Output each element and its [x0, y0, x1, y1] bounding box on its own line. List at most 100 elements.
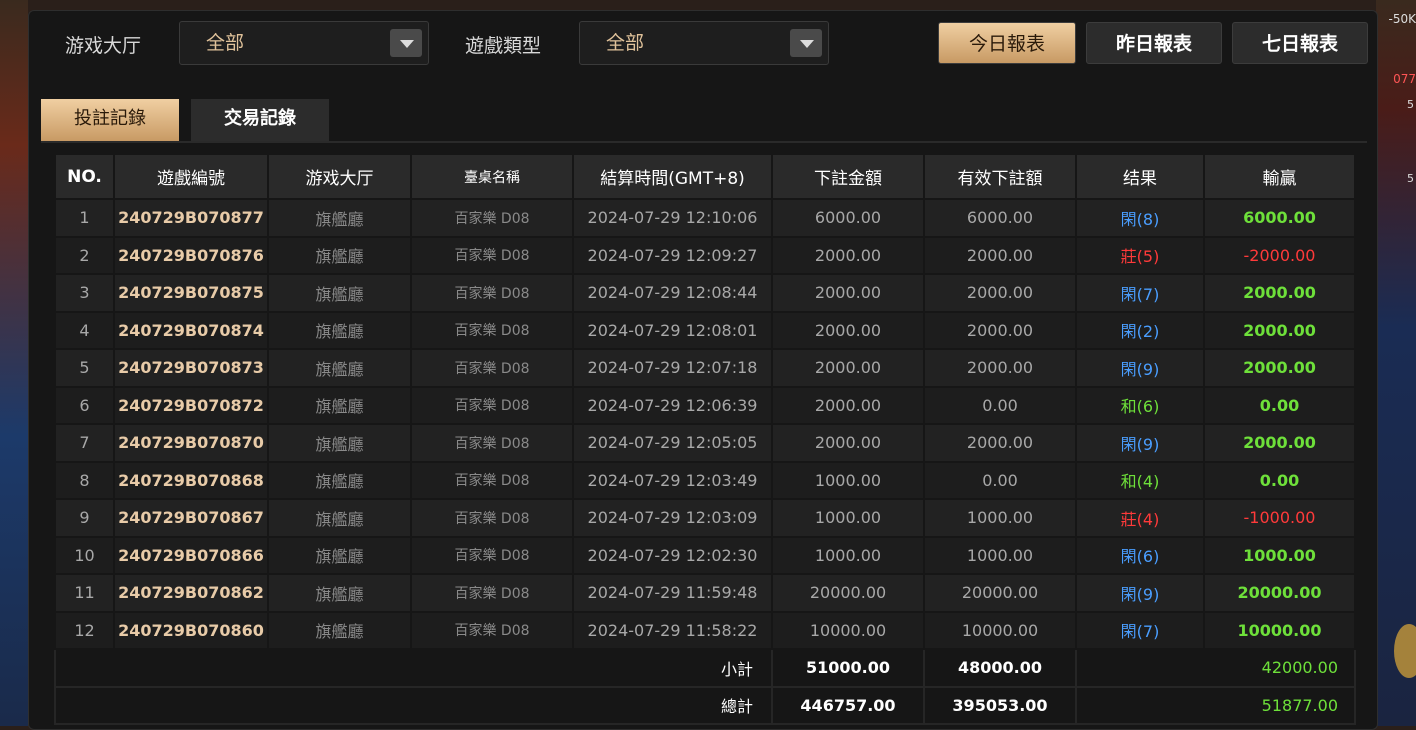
background-label: 5 — [1407, 98, 1414, 111]
cell-game-id: 240729B070867 — [113, 498, 269, 538]
cell-game-id: 240729B070875 — [113, 273, 269, 313]
yesterday-report-button[interactable]: 昨日報表 — [1086, 22, 1222, 64]
cell-game-id: 240729B070872 — [113, 385, 269, 425]
subtotal-row: 小計 51000.00 48000.00 42000.00 — [54, 648, 1356, 688]
cell-table-name: 百家樂 D08 — [410, 235, 574, 275]
cell-table-name: 百家樂 D08 — [410, 460, 574, 500]
cell-valid-bet: 2000.00 — [923, 423, 1077, 463]
cell-bet-amount: 10000.00 — [771, 610, 925, 650]
cell-table-name: 百家樂 D08 — [410, 348, 574, 388]
cell-settle-time: 2024-07-29 12:09:27 — [572, 235, 773, 275]
cell-game-id: 240729B070870 — [113, 423, 269, 463]
cell-game-id: 240729B070877 — [113, 198, 269, 238]
column-header-result: 结果 — [1075, 153, 1205, 200]
cell-settle-time: 2024-07-29 12:03:49 — [572, 460, 773, 500]
cell-settle-time: 2024-07-29 12:06:39 — [572, 385, 773, 425]
cell-hall: 旗艦廳 — [267, 535, 412, 575]
background-label: 077 — [1393, 72, 1416, 86]
cell-settle-time: 2024-07-29 12:03:09 — [572, 498, 773, 538]
cell-win-loss: 1000.00 — [1203, 535, 1356, 575]
cell-valid-bet: 2000.00 — [923, 310, 1077, 350]
cell-game-id: 240729B070860 — [113, 610, 269, 650]
cell-win-loss: 2000.00 — [1203, 348, 1356, 388]
cell-row-number: 10 — [54, 535, 115, 575]
cell-bet-amount: 20000.00 — [771, 573, 925, 613]
cell-hall: 旗艦廳 — [267, 273, 412, 313]
bet-records-table-container[interactable]: NO. 遊戲編號 游戏大厅 臺桌名稱 結算時間(GMT+8) 下註金額 有效下註… — [54, 153, 1356, 725]
game-type-select[interactable]: 全部 — [579, 21, 829, 65]
cell-row-number: 5 — [54, 348, 115, 388]
background-label: -50K — [1388, 12, 1416, 26]
cell-game-id: 240729B070866 — [113, 535, 269, 575]
cell-result: 和(6) — [1075, 385, 1205, 425]
bet-history-panel: 游戏大厅 全部 遊戲類型 全部 今日報表 昨日報表 七日報表 投註記錄 交易記錄… — [28, 10, 1378, 730]
cell-game-id: 240729B070873 — [113, 348, 269, 388]
cell-row-number: 9 — [54, 498, 115, 538]
cell-game-id: 240729B070868 — [113, 460, 269, 500]
cell-row-number: 11 — [54, 573, 115, 613]
cell-hall: 旗艦廳 — [267, 198, 412, 238]
cell-result: 閑(7) — [1075, 610, 1205, 650]
column-header-win-loss: 輸贏 — [1203, 153, 1356, 200]
cell-hall: 旗艦廳 — [267, 423, 412, 463]
subtotal-win-loss: 42000.00 — [1075, 648, 1356, 688]
background-label: 5 — [1407, 172, 1414, 185]
tab-transaction-records[interactable]: 交易記錄 — [191, 99, 329, 141]
table-row: 9 240729B070867 旗艦廳 百家樂 D08 2024-07-29 12:03… — [54, 498, 1356, 538]
cell-win-loss: 6000.00 — [1203, 198, 1356, 238]
cell-hall: 旗艦廳 — [267, 460, 412, 500]
cell-bet-amount: 2000.00 — [771, 423, 925, 463]
hall-select-value: 全部 — [206, 32, 245, 54]
cell-row-number: 6 — [54, 385, 115, 425]
cell-win-loss: 2000.00 — [1203, 423, 1356, 463]
column-header-bet-amount: 下註金額 — [771, 153, 925, 200]
cell-settle-time: 2024-07-29 12:10:06 — [572, 198, 773, 238]
cell-valid-bet: 20000.00 — [923, 573, 1077, 613]
cell-result: 閑(9) — [1075, 423, 1205, 463]
cell-hall: 旗艦廳 — [267, 610, 412, 650]
cell-hall: 旗艦廳 — [267, 573, 412, 613]
cell-row-number: 1 — [54, 198, 115, 238]
hall-select[interactable]: 全部 — [179, 21, 429, 65]
cell-valid-bet: 2000.00 — [923, 348, 1077, 388]
table-row: 4 240729B070874 旗艦廳 百家樂 D08 2024-07-29 12:08… — [54, 310, 1356, 350]
cell-result: 和(4) — [1075, 460, 1205, 500]
cell-result: 閑(7) — [1075, 273, 1205, 313]
cell-row-number: 3 — [54, 273, 115, 313]
chevron-down-icon[interactable] — [390, 29, 422, 57]
game-type-select-value: 全部 — [606, 32, 645, 54]
tab-bet-records[interactable]: 投註記錄 — [41, 99, 179, 141]
cell-hall: 旗艦廳 — [267, 310, 412, 350]
total-valid-bet: 395053.00 — [923, 685, 1077, 725]
background-left-strip — [0, 0, 28, 726]
cell-win-loss: 2000.00 — [1203, 273, 1356, 313]
cell-bet-amount: 2000.00 — [771, 310, 925, 350]
cell-table-name: 百家樂 D08 — [410, 610, 574, 650]
cell-table-name: 百家樂 D08 — [410, 198, 574, 238]
tab-divider — [41, 141, 1367, 143]
column-header-game-id: 遊戲編號 — [113, 153, 269, 200]
cell-settle-time: 2024-07-29 12:02:30 — [572, 535, 773, 575]
cell-valid-bet: 10000.00 — [923, 610, 1077, 650]
table-row: 11 240729B070862 旗艦廳 百家樂 D08 2024-07-29 11:5… — [54, 573, 1356, 613]
chevron-down-icon[interactable] — [790, 29, 822, 57]
seven-day-report-button[interactable]: 七日報表 — [1232, 22, 1368, 64]
cell-table-name: 百家樂 D08 — [410, 273, 574, 313]
chip-icon — [1394, 624, 1416, 678]
cell-table-name: 百家樂 D08 — [410, 385, 574, 425]
cell-game-id: 240729B070876 — [113, 235, 269, 275]
table-row: 5 240729B070873 旗艦廳 百家樂 D08 2024-07-29 12:07… — [54, 348, 1356, 388]
cell-settle-time: 2024-07-29 11:58:22 — [572, 610, 773, 650]
cell-table-name: 百家樂 D08 — [410, 573, 574, 613]
cell-valid-bet: 0.00 — [923, 460, 1077, 500]
column-header-settle-time: 結算時間(GMT+8) — [572, 153, 773, 200]
cell-hall: 旗艦廳 — [267, 385, 412, 425]
total-win-loss: 51877.00 — [1075, 685, 1356, 725]
cell-hall: 旗艦廳 — [267, 498, 412, 538]
table-header-row: NO. 遊戲編號 游戏大厅 臺桌名稱 結算時間(GMT+8) 下註金額 有效下註… — [54, 153, 1356, 200]
cell-hall: 旗艦廳 — [267, 235, 412, 275]
cell-row-number: 7 — [54, 423, 115, 463]
today-report-button[interactable]: 今日報表 — [938, 22, 1076, 64]
column-header-hall: 游戏大厅 — [267, 153, 412, 200]
cell-valid-bet: 1000.00 — [923, 535, 1077, 575]
